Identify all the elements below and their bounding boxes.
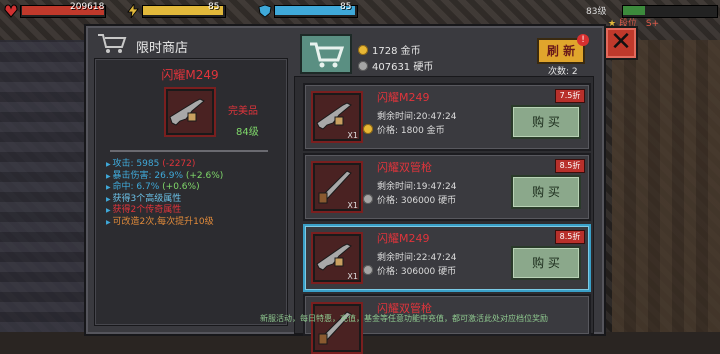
item-quantity: X1 bbox=[347, 131, 358, 140]
discount-badge: 8.5折 bbox=[555, 230, 585, 244]
silver-amount: 407631 硬币 bbox=[372, 62, 434, 73]
machine-gun-icon: X1 bbox=[311, 232, 363, 284]
item-price: 价格: 306000 硬币 bbox=[363, 264, 456, 277]
shop-item-card[interactable]: X1 闪耀M249 剩余时间:20:47:24 价格: 1800 金币 购 买 7.5折 bbox=[303, 83, 591, 151]
shotgun-icon bbox=[311, 302, 363, 354]
item-price-text: 价格: 306000 硬币 bbox=[377, 196, 457, 206]
gold-coin-icon bbox=[358, 45, 368, 55]
item-quantity: X1 bbox=[347, 201, 358, 210]
close-button[interactable]: ✕ bbox=[604, 26, 638, 60]
bolt-icon bbox=[126, 2, 140, 19]
item-time-left: 剩余时间:19:47:24 bbox=[377, 182, 457, 192]
silver-coin-icon bbox=[363, 194, 373, 204]
silver-coin-icon bbox=[358, 61, 368, 71]
item-price: 价格: 306000 硬币 bbox=[363, 193, 456, 206]
buy-button[interactable]: 购 买 bbox=[511, 175, 581, 209]
detail-divider bbox=[110, 150, 268, 152]
shop-title: 限时商店 bbox=[136, 41, 189, 56]
item-price-text: 价格: 306000 硬币 bbox=[377, 267, 457, 277]
hp-value: 209618 bbox=[70, 2, 105, 12]
silver-balance: 407631 硬币 bbox=[358, 58, 433, 73]
detail-level: 84级 bbox=[236, 127, 259, 138]
machine-gun-icon: X1 bbox=[311, 91, 363, 143]
background-building-left bbox=[0, 40, 90, 332]
item-name: 闪耀M249 bbox=[377, 91, 430, 104]
detail-stat-line: ▶ 可改造2次,每次提升10级 bbox=[106, 214, 214, 227]
shop-item-card[interactable]: X1 闪耀双管枪剩余时间:19:47:24 价格: 306000 硬币 购 买 8.5折 bbox=[303, 153, 591, 221]
stat-text: 可改造2次,每次提升10级 bbox=[112, 216, 214, 227]
energy-value: 85 bbox=[208, 2, 220, 12]
gold-amount: 1728 金币 bbox=[372, 46, 421, 57]
gold-coin-icon bbox=[363, 124, 373, 134]
player-level: 83级 bbox=[586, 7, 607, 17]
gold-balance: 1728 金币 bbox=[358, 42, 421, 57]
item-quantity: X1 bbox=[347, 272, 358, 281]
shotgun-icon: X1 bbox=[311, 161, 363, 213]
discount-badge: 8.5折 bbox=[555, 159, 585, 173]
heart-icon bbox=[4, 3, 18, 18]
shield-icon bbox=[258, 3, 272, 18]
item-time-left: 剩余时间:20:47:24 bbox=[377, 112, 457, 122]
shopping-cart-icon bbox=[310, 42, 345, 68]
background-building-right bbox=[612, 40, 720, 332]
exp-bar-fill bbox=[623, 6, 645, 15]
rank-value: S+ bbox=[645, 19, 660, 29]
item-price-text: 价格: 1800 金币 bbox=[377, 126, 445, 136]
machine-gun-icon bbox=[164, 87, 216, 137]
item-name: 闪耀双管枪 bbox=[377, 161, 432, 174]
item-name: 闪耀M249 bbox=[377, 232, 430, 245]
refresh-alert-badge: ! bbox=[577, 34, 589, 46]
news-ticker: 新服活动，每日特惠，充值，基金等任意功能中充值，都可激活此处对应档位奖励 bbox=[260, 314, 548, 323]
shop-item-card[interactable]: X1 闪耀M249 剩余时间:22:47:24 价格: 306000 硬币 购 买 8.5… bbox=[303, 224, 591, 292]
buy-button[interactable]: 购 买 bbox=[511, 246, 581, 280]
item-time-left: 剩余时间:22:47:24 bbox=[377, 253, 457, 263]
shield-value: 85 bbox=[340, 2, 352, 12]
silver-coin-icon bbox=[363, 265, 373, 275]
discount-badge: 7.5折 bbox=[555, 89, 585, 103]
detail-quality: 完美品 bbox=[228, 106, 258, 117]
close-icon: ✕ bbox=[610, 27, 632, 57]
detail-item-name: 闪耀M249 bbox=[161, 68, 219, 82]
item-price: 价格: 1800 金币 bbox=[363, 123, 445, 136]
shopping-cart-icon bbox=[96, 32, 128, 54]
buy-button[interactable]: 购 买 bbox=[511, 105, 581, 139]
shop-cart-button[interactable] bbox=[300, 34, 352, 74]
